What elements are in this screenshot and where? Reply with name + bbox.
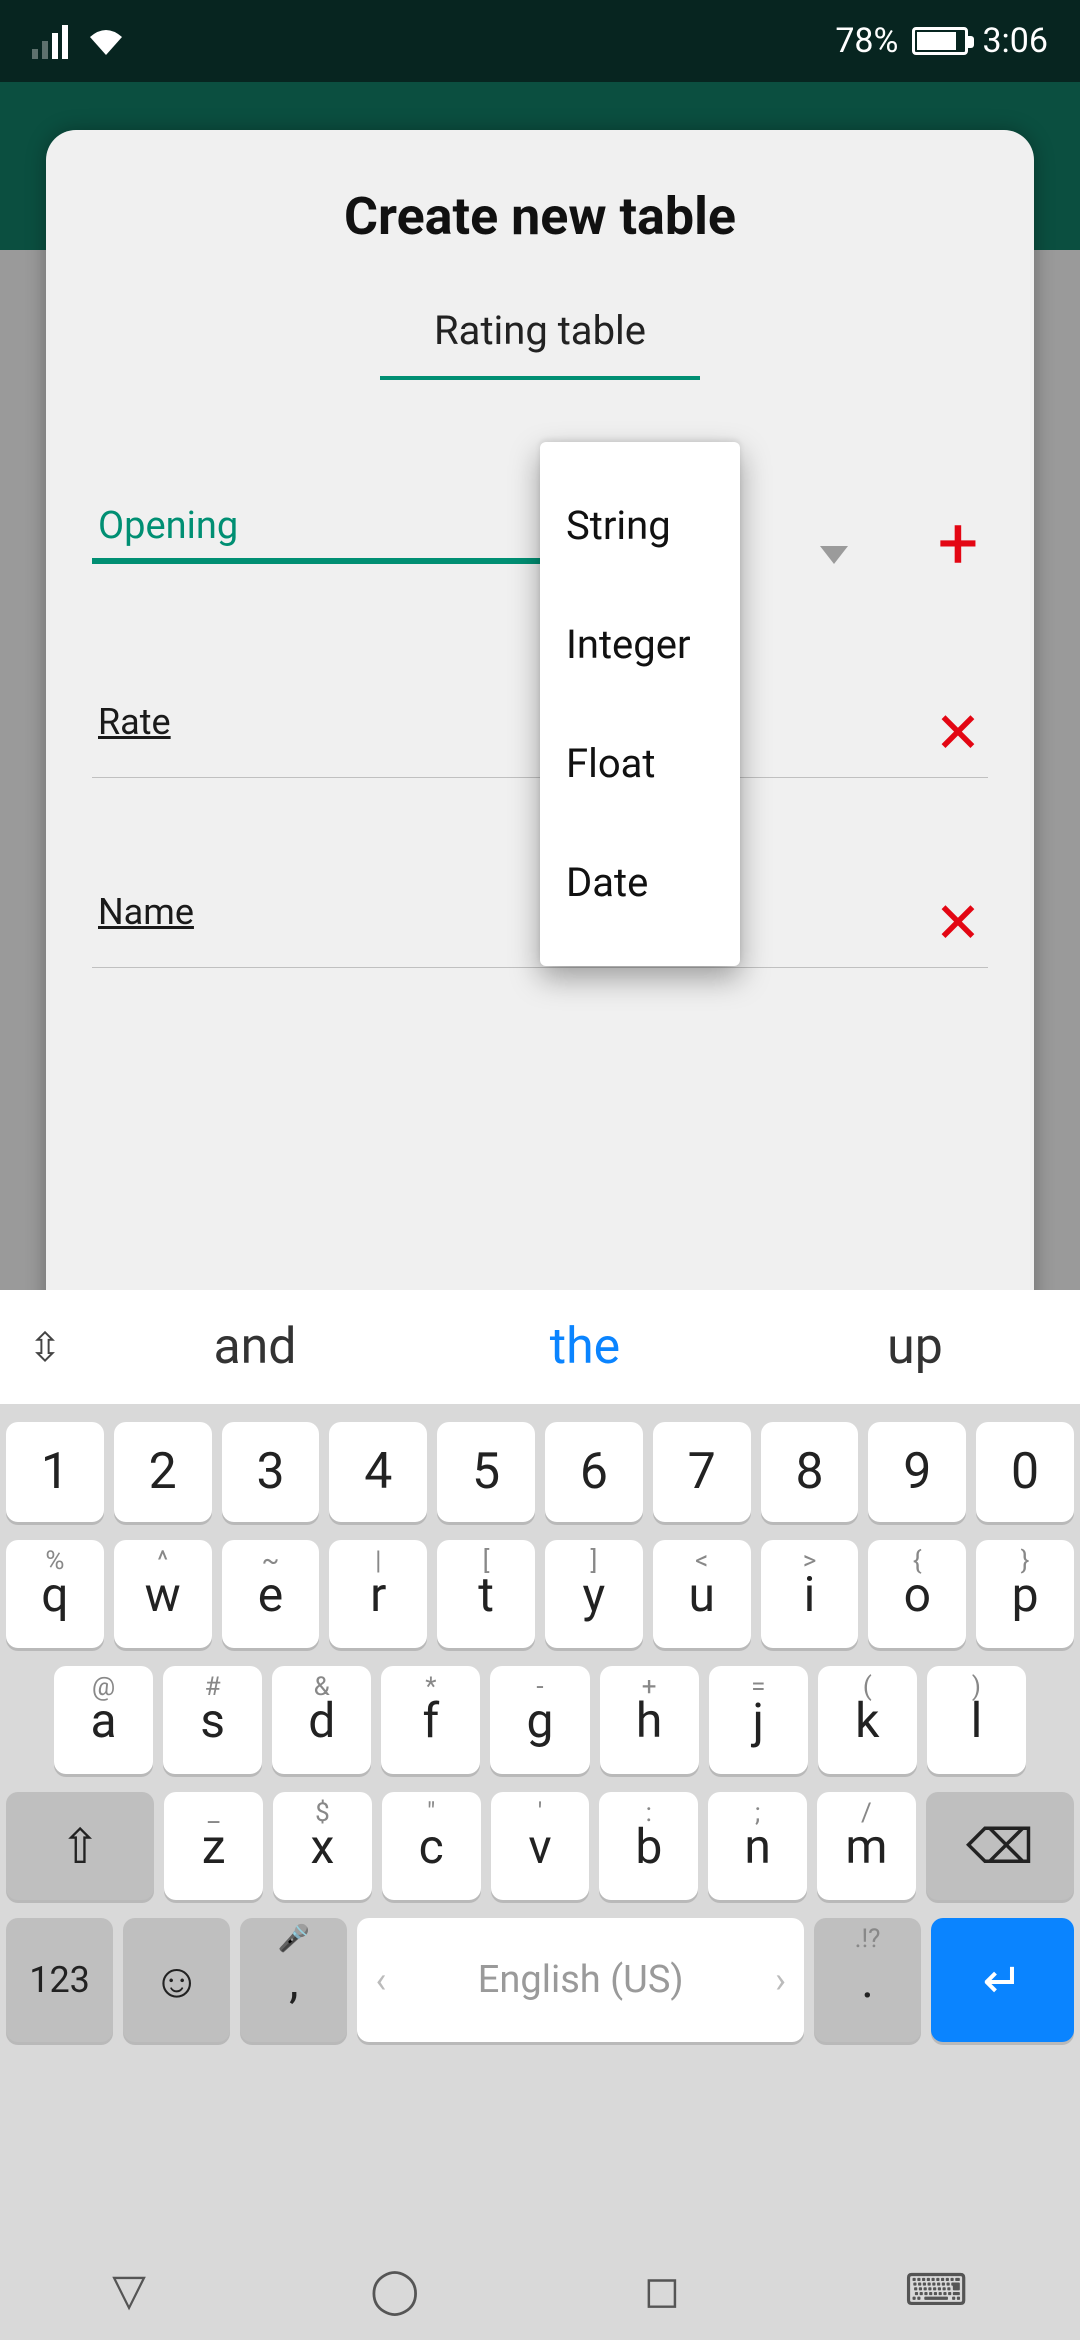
field-name-label[interactable]: Name bbox=[92, 881, 452, 943]
table-name-input[interactable] bbox=[380, 307, 700, 380]
key-b[interactable]: :b bbox=[599, 1792, 698, 1900]
battery-percentage: 78% bbox=[835, 21, 898, 61]
suggestion-1[interactable]: and bbox=[90, 1318, 420, 1376]
keyboard-language-label: English (US) bbox=[478, 1958, 684, 2002]
key-1[interactable]: 1 bbox=[6, 1422, 104, 1522]
key-o[interactable]: {o bbox=[868, 1540, 966, 1648]
key-row-2: @a #s &d *f -g +h =j (k )l bbox=[6, 1666, 1074, 1774]
key-emoji[interactable]: ☺ bbox=[123, 1918, 230, 2042]
key-f[interactable]: *f bbox=[381, 1666, 480, 1774]
status-bar: 78% 3:06 bbox=[0, 0, 1080, 82]
key-e[interactable]: ~e bbox=[222, 1540, 320, 1648]
key-y[interactable]: ]y bbox=[545, 1540, 643, 1648]
key-4[interactable]: 4 bbox=[329, 1422, 427, 1522]
key-n[interactable]: ;n bbox=[708, 1792, 807, 1900]
key-w[interactable]: ^w bbox=[114, 1540, 212, 1648]
key-z[interactable]: _z bbox=[164, 1792, 263, 1900]
key-t[interactable]: [t bbox=[437, 1540, 535, 1648]
remove-field-button[interactable]: ✕ bbox=[928, 713, 988, 753]
key-2[interactable]: 2 bbox=[114, 1422, 212, 1522]
key-s[interactable]: #s bbox=[163, 1666, 262, 1774]
key-i[interactable]: >i bbox=[761, 1540, 859, 1648]
key-m[interactable]: /m bbox=[817, 1792, 916, 1900]
cellular-signal-icon bbox=[32, 23, 68, 59]
key-enter[interactable]: ↵ bbox=[931, 1918, 1074, 2042]
key-a[interactable]: @a bbox=[54, 1666, 153, 1774]
dropdown-item-float[interactable]: Float bbox=[540, 704, 740, 823]
key-g[interactable]: -g bbox=[490, 1666, 589, 1774]
suggestion-2[interactable]: the bbox=[420, 1318, 750, 1376]
key-row-bottom: 123 ☺ 🎤, ‹ English (US) › .!?. ↵ bbox=[6, 1918, 1074, 2042]
key-123[interactable]: 123 bbox=[6, 1918, 113, 2042]
nav-keyboard-icon[interactable]: ⌨ bbox=[904, 2264, 968, 2316]
suggestion-3[interactable]: up bbox=[750, 1318, 1080, 1376]
suggestion-bar: ⇳ and the up bbox=[0, 1290, 1080, 1404]
dropdown-item-string[interactable]: String bbox=[540, 466, 740, 585]
backspace-icon: ⌫ bbox=[966, 1818, 1034, 1875]
key-v[interactable]: 'v bbox=[491, 1792, 590, 1900]
shift-icon: ⇧ bbox=[60, 1818, 100, 1875]
battery-icon bbox=[912, 27, 968, 55]
chevron-right-icon: › bbox=[775, 1959, 786, 2001]
key-row-3: ⇧ _z $x "c 'v :b ;n /m ⌫ bbox=[6, 1792, 1074, 1900]
key-j[interactable]: =j bbox=[709, 1666, 808, 1774]
remove-field-button[interactable]: ✕ bbox=[928, 903, 988, 943]
status-time: 3:06 bbox=[982, 21, 1048, 61]
dropdown-item-date[interactable]: Date bbox=[540, 823, 740, 942]
key-p[interactable]: }p bbox=[976, 1540, 1074, 1648]
key-9[interactable]: 9 bbox=[868, 1422, 966, 1522]
key-h[interactable]: +h bbox=[600, 1666, 699, 1774]
soft-keyboard: ⇳ and the up 1 2 3 4 5 6 7 8 9 0 %q ^w ~… bbox=[0, 1290, 1080, 2340]
field-name-input[interactable] bbox=[92, 494, 594, 564]
key-8[interactable]: 8 bbox=[761, 1422, 859, 1522]
nav-recent-icon[interactable]: ◻ bbox=[644, 2264, 681, 2316]
key-q[interactable]: %q bbox=[6, 1540, 104, 1648]
key-l[interactable]: )l bbox=[927, 1666, 1026, 1774]
add-field-button[interactable]: + bbox=[928, 524, 988, 564]
modal-title: Create new table bbox=[92, 186, 988, 247]
key-k[interactable]: (k bbox=[818, 1666, 917, 1774]
field-name-label[interactable]: Rate bbox=[92, 691, 452, 753]
key-d[interactable]: &d bbox=[272, 1666, 371, 1774]
key-u[interactable]: <u bbox=[653, 1540, 751, 1648]
key-x[interactable]: $x bbox=[273, 1792, 372, 1900]
wifi-icon bbox=[86, 27, 126, 59]
key-comma[interactable]: 🎤, bbox=[240, 1918, 347, 2042]
nav-home-icon[interactable]: ◯ bbox=[370, 2264, 419, 2316]
chevron-down-icon[interactable] bbox=[820, 546, 848, 564]
enter-icon: ↵ bbox=[982, 1952, 1022, 2009]
dropdown-item-integer[interactable]: Integer bbox=[540, 585, 740, 704]
key-5[interactable]: 5 bbox=[437, 1422, 535, 1522]
key-6[interactable]: 6 bbox=[545, 1422, 643, 1522]
mic-icon: 🎤 bbox=[240, 1924, 347, 1954]
key-r[interactable]: |r bbox=[329, 1540, 427, 1648]
key-row-1: %q ^w ~e |r [t ]y <u >i {o }p bbox=[6, 1540, 1074, 1648]
key-0[interactable]: 0 bbox=[976, 1422, 1074, 1522]
key-space[interactable]: ‹ English (US) › bbox=[357, 1918, 803, 2042]
key-7[interactable]: 7 bbox=[653, 1422, 751, 1522]
chevron-left-icon: ‹ bbox=[375, 1959, 386, 2001]
nav-bar: ▽ ◯ ◻ ⌨ bbox=[0, 2240, 1080, 2340]
key-backspace[interactable]: ⌫ bbox=[926, 1792, 1074, 1900]
key-row-numbers: 1 2 3 4 5 6 7 8 9 0 bbox=[6, 1422, 1074, 1522]
key-period[interactable]: .!?. bbox=[814, 1918, 921, 2042]
expand-suggestions-icon[interactable]: ⇳ bbox=[0, 1324, 90, 1371]
type-dropdown: String Integer Float Date bbox=[540, 442, 740, 966]
key-shift[interactable]: ⇧ bbox=[6, 1792, 154, 1900]
key-3[interactable]: 3 bbox=[222, 1422, 320, 1522]
nav-back-icon[interactable]: ▽ bbox=[112, 2264, 146, 2316]
emoji-icon: ☺ bbox=[152, 1952, 201, 2009]
key-c[interactable]: "c bbox=[382, 1792, 481, 1900]
